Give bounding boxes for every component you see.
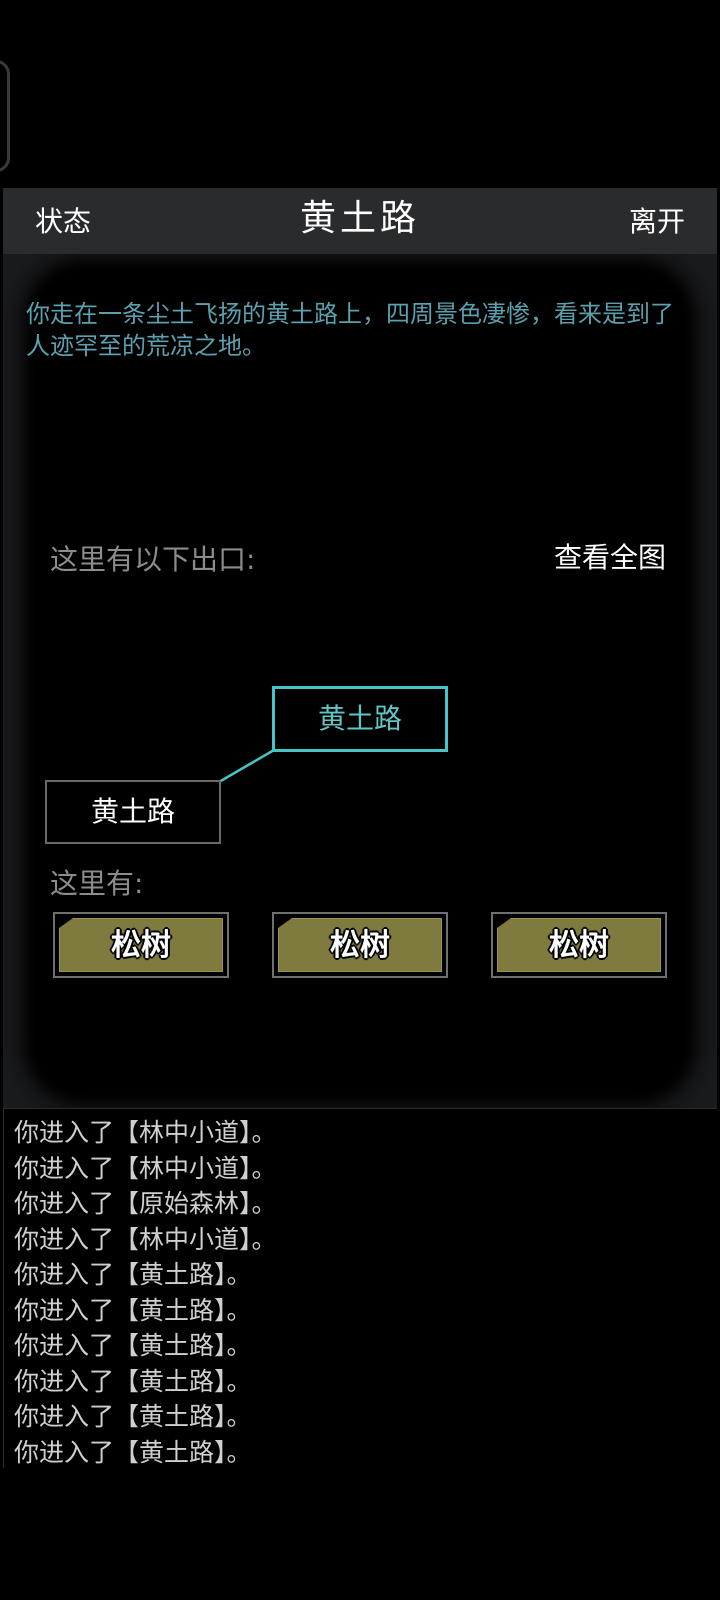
room-description: 你走在一条尘土飞扬的黄土路上，四周景色凄惨，看来是到了人迹罕至的荒凉之地。 bbox=[26, 300, 674, 360]
object-button-pine-3[interactable]: 松树 bbox=[491, 912, 667, 978]
object-button-pine-1[interactable]: 松树 bbox=[53, 912, 229, 978]
log-line: 你进入了【黄土路】。 bbox=[14, 1402, 252, 1431]
view-full-map-button[interactable]: 查看全图 bbox=[554, 540, 666, 576]
map-node-exit[interactable]: 黄土路 bbox=[45, 780, 221, 844]
log-line: 你进入了【林中小道】。 bbox=[14, 1118, 277, 1147]
log-line: 你进入了【黄土路】。 bbox=[14, 1260, 252, 1289]
object-label: 松树 bbox=[59, 918, 223, 972]
log-line: 你进入了【黄土路】。 bbox=[14, 1437, 252, 1467]
object-button-pine-2[interactable]: 松树 bbox=[272, 912, 448, 978]
log-line: 你进入了【林中小道】。 bbox=[14, 1224, 277, 1254]
object-label: 松树 bbox=[278, 918, 442, 972]
top-bar: 状态 黄土路 离开 bbox=[3, 188, 717, 254]
here-label: 这里有: bbox=[50, 867, 144, 900]
game-screen: 状态 黄土路 离开 你走在一条尘土飞扬的黄土路上，四周景色凄惨，看来是到了人迹罕… bbox=[0, 0, 720, 1600]
corner-frame-decoration bbox=[0, 60, 10, 172]
log-line: 你进入了【黄土路】。 bbox=[14, 1295, 252, 1325]
log-line: 你进入了【黄土路】。 bbox=[14, 1366, 252, 1396]
exits-label: 这里有以下出口: bbox=[50, 543, 256, 576]
room-panel bbox=[3, 254, 717, 1108]
object-label: 松树 bbox=[497, 918, 661, 972]
map-node-current[interactable]: 黄土路 bbox=[272, 686, 448, 752]
log-line: 你进入了【原始森林】。 bbox=[14, 1189, 277, 1218]
log-line: 你进入了【林中小道】。 bbox=[14, 1153, 277, 1183]
room-title: 黄土路 bbox=[299, 198, 420, 239]
leave-button[interactable]: 离开 bbox=[629, 206, 685, 238]
log-line: 你进入了【黄土路】。 bbox=[14, 1331, 252, 1360]
message-log[interactable]: 你进入了【林中小道】。 你进入了【林中小道】。 你进入了【原始森林】。 你进入了… bbox=[3, 1108, 717, 1468]
